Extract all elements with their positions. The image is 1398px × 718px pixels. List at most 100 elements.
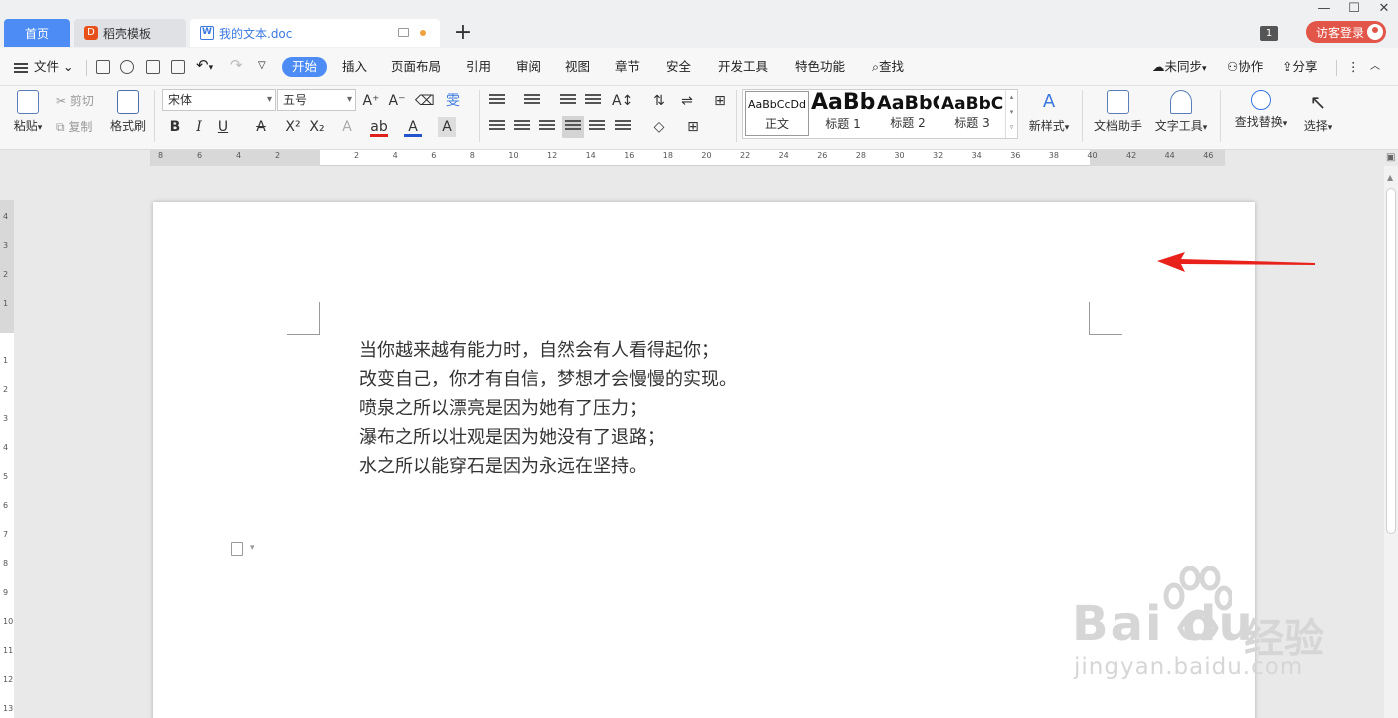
vertical-scrollbar[interactable]: ▲ <box>1384 166 1398 718</box>
scroll-up-icon[interactable]: ▲ <box>1387 173 1393 182</box>
screen-icon[interactable] <box>398 28 409 37</box>
menu-tab-view[interactable]: 视图 <box>565 58 590 76</box>
customize-quick-access-icon[interactable]: ▽ <box>258 57 266 75</box>
share-button[interactable]: ⇪分享 <box>1282 58 1318 76</box>
superscript-icon[interactable]: X² <box>284 117 302 137</box>
borders-icon[interactable]: ⊞ <box>684 117 702 137</box>
line-break-icon[interactable]: ⇌ <box>678 91 696 111</box>
minimize-button[interactable]: — <box>1312 0 1336 18</box>
print-icon[interactable] <box>146 60 160 74</box>
tab-home[interactable]: 首页 <box>4 19 70 47</box>
justify-icon[interactable] <box>562 116 584 138</box>
shading-icon[interactable]: ◇ <box>650 117 668 137</box>
redo-icon[interactable]: ↷ <box>230 56 243 74</box>
line-spacing-icon[interactable] <box>615 120 631 134</box>
menu-tab-start[interactable]: 开始 <box>282 57 328 77</box>
menu-tab-developer[interactable]: 开发工具 <box>718 58 768 76</box>
bold-icon[interactable]: B <box>166 117 184 137</box>
phonetic-guide-icon[interactable]: 雯 <box>444 91 462 111</box>
sync-label: 未同步 <box>1164 59 1203 74</box>
align-right-icon[interactable] <box>539 120 555 134</box>
paragraph[interactable]: 喷泉之所以漂亮是因为她有了压力； <box>359 394 737 423</box>
font-name-select[interactable]: 宋体 <box>162 89 276 111</box>
cloud-icon[interactable] <box>120 60 134 74</box>
char-shading-icon[interactable]: A <box>438 117 456 137</box>
menu-search-label: 查找 <box>879 59 905 74</box>
paragraph[interactable]: 当你越来越有能力时，自然会有人看得起你； <box>359 336 737 365</box>
italic-icon[interactable]: I <box>190 117 208 137</box>
copy-button[interactable]: ⧉ 复制 <box>56 118 92 135</box>
cut-button[interactable]: ✂ 剪切 <box>56 92 94 109</box>
more-options-icon[interactable]: ⋮ <box>1347 58 1360 76</box>
document-body[interactable]: 当你越来越有能力时，自然会有人看得起你； 改变自己，你才有自信，梦想才会慢慢的实… <box>359 336 737 481</box>
numbered-list-icon[interactable] <box>524 94 540 108</box>
new-tab-button[interactable]: + <box>452 20 474 46</box>
subscript-icon[interactable]: X₂ <box>308 117 326 137</box>
window-count-badge[interactable]: 1 <box>1260 26 1278 41</box>
styles-gallery: AaBbCcDd 正文 AaBb 标题 1 AaBbC 标题 2 AaBbCc … <box>742 89 1018 139</box>
magnifier-icon <box>1251 90 1271 110</box>
divider <box>479 90 480 142</box>
close-button[interactable]: ✕ <box>1372 0 1396 18</box>
text-direction-icon[interactable]: A↕ <box>612 91 633 111</box>
style-normal[interactable]: AaBbCcDd 正文 <box>745 91 809 136</box>
show-marks-icon[interactable]: ⊞ <box>711 91 729 111</box>
menu-tab-chapter[interactable]: 章节 <box>615 58 640 76</box>
text-tools-button[interactable]: 文字工具▾ <box>1150 90 1212 134</box>
restore-button[interactable]: ☐ <box>1342 0 1366 18</box>
hamburger-icon[interactable] <box>14 63 28 73</box>
sort-icon[interactable]: ⇅ <box>650 91 668 111</box>
scrollbar-thumb[interactable] <box>1386 188 1396 534</box>
doc-helper-button[interactable]: 文档助手 <box>1092 90 1144 134</box>
chevron-down-icon[interactable]: ▾ <box>250 543 255 553</box>
style-heading-3[interactable]: AaBbCc 标题 3 <box>941 90 1003 138</box>
font-color-icon[interactable]: A <box>404 117 422 137</box>
decrease-indent-icon[interactable] <box>560 94 576 108</box>
clear-format-icon[interactable]: ⌫ <box>415 91 435 111</box>
save-icon[interactable] <box>96 60 110 74</box>
paragraph[interactable]: 瀑布之所以壮观是因为她没有了退路； <box>359 423 737 452</box>
guest-login-button[interactable]: 访客登录 <box>1306 21 1386 43</box>
tab-document[interactable]: W 我的文本.doc <box>190 19 440 47</box>
select-button[interactable]: ↖ 选择▾ <box>1298 90 1338 134</box>
styles-scroll[interactable]: ▴ ▾ ▿ <box>1005 90 1017 138</box>
text-effect-icon[interactable]: A <box>338 117 356 137</box>
paste-button[interactable]: 粘贴▾ <box>10 90 46 134</box>
shrink-font-icon[interactable]: A⁻ <box>388 91 406 111</box>
paragraph[interactable]: 水之所以能穿石是因为永远在坚持。 <box>359 452 737 481</box>
horizontal-ruler[interactable]: 8 6 4 2 2 4 6 8 10 12 14 16 18 20 22 24 26 28 30 32 34 36 38 40… <box>150 150 1225 166</box>
undo-icon[interactable]: ↶▾ <box>196 56 213 74</box>
tab-daoke-templates[interactable]: D 稻壳模板 <box>74 19 186 47</box>
bullet-list-icon[interactable] <box>489 94 505 108</box>
collaborate-button[interactable]: ⚇协作 <box>1227 58 1263 76</box>
menu-tab-page-layout[interactable]: 页面布局 <box>391 58 441 76</box>
menu-tab-special[interactable]: 特色功能 <box>795 58 845 76</box>
increase-indent-icon[interactable] <box>585 94 601 108</box>
paragraph-layout-icon[interactable] <box>231 542 243 556</box>
menu-tab-references[interactable]: 引用 <box>466 58 491 76</box>
align-center-icon[interactable] <box>514 120 530 134</box>
print-preview-icon[interactable] <box>171 60 185 74</box>
ruler-toggle-icon[interactable]: ▣ <box>1386 152 1395 163</box>
paragraph[interactable]: 改变自己，你才有自信，梦想才会慢慢的实现。 <box>359 365 737 394</box>
menu-tab-insert[interactable]: 插入 <box>342 58 367 76</box>
sync-status[interactable]: ☁未同步▾ <box>1152 58 1207 76</box>
font-size-select[interactable]: 五号 <box>277 89 356 111</box>
align-left-icon[interactable] <box>489 120 505 134</box>
highlight-icon[interactable]: ab <box>370 117 388 137</box>
distributed-align-icon[interactable] <box>589 120 605 134</box>
style-heading-1[interactable]: AaBb 标题 1 <box>811 90 875 138</box>
grow-font-icon[interactable]: A⁺ <box>362 91 380 111</box>
menu-tab-review[interactable]: 审阅 <box>516 58 541 76</box>
collapse-ribbon-icon[interactable]: ︿ <box>1370 58 1380 76</box>
new-style-button[interactable]: A 新样式▾ <box>1024 90 1074 134</box>
style-heading-2[interactable]: AaBbC 标题 2 <box>877 90 939 138</box>
find-replace-button[interactable]: 查找替换▾ <box>1230 90 1292 130</box>
menu-file[interactable]: 文件 ⌄ <box>34 58 73 76</box>
menu-tab-security[interactable]: 安全 <box>666 58 691 76</box>
underline-icon[interactable]: U <box>214 117 232 137</box>
menu-search[interactable]: ⌕查找 <box>872 58 904 76</box>
format-painter-button[interactable]: 格式刷 <box>108 90 148 134</box>
vertical-ruler[interactable]: 4 3 2 1 1 2 3 4 5 6 7 8 9 10 11 12 13 <box>0 200 14 718</box>
strikethrough-icon[interactable]: A <box>252 117 270 137</box>
